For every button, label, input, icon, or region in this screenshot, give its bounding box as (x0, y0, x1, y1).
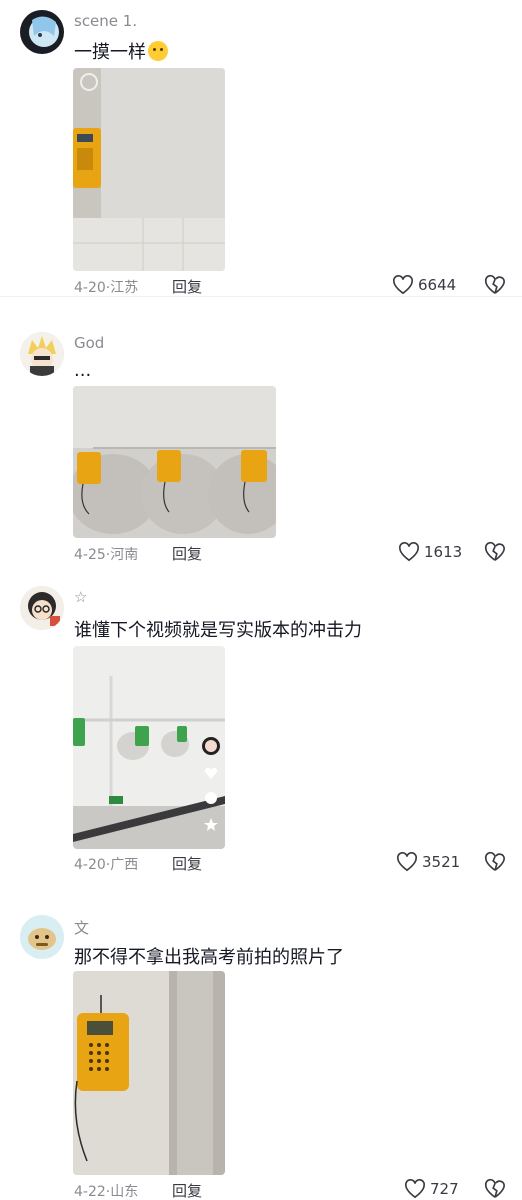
comment-feed: scene 1. 一摸一样 4-20·江苏 回复 6644 God ... 4-… (0, 0, 522, 1200)
dislike-button[interactable] (484, 274, 506, 296)
username[interactable]: 文 (74, 917, 89, 938)
reply-button[interactable]: 回复 (172, 276, 202, 297)
reply-button[interactable]: 回复 (172, 853, 202, 874)
comment-image[interactable] (73, 646, 225, 849)
dislike-button[interactable] (484, 1178, 506, 1200)
comment-item: ☆ 谁懂下个视频就是写实版本的冲击力 4-20·广西 回复 3521 (0, 582, 522, 882)
like-count: 6644 (418, 276, 457, 294)
comment-image[interactable] (73, 68, 225, 271)
like-button[interactable]: 3521 (396, 852, 460, 872)
like-button[interactable]: 6644 (392, 275, 456, 295)
username[interactable]: ☆ (74, 588, 87, 606)
like-count: 3521 (422, 853, 461, 871)
heart-icon (397, 852, 417, 872)
heart-icon (405, 1179, 425, 1199)
broken-heart-icon (484, 1178, 505, 1198)
reply-button[interactable]: 回复 (172, 543, 202, 564)
comment-text: 那不得不拿出我高考前拍的照片了 (74, 947, 344, 968)
comment-date-location: 4-25·河南 (74, 547, 139, 563)
comment-text: 一摸一样 (74, 38, 168, 64)
comment-item: scene 1. 一摸一样 4-20·江苏 回复 6644 (0, 0, 522, 296)
broken-heart-icon (484, 851, 505, 871)
avatar[interactable] (20, 586, 64, 630)
comment-date-location: 4-20·广西 (74, 857, 139, 873)
avatar[interactable] (20, 10, 64, 54)
reply-button[interactable]: 回复 (172, 1180, 202, 1200)
like-count: 1613 (424, 543, 463, 561)
comment-text: ... (74, 360, 92, 381)
avatar[interactable] (20, 915, 64, 959)
comment-date-location: 4-20·江苏 (74, 280, 139, 296)
broken-heart-icon (484, 541, 505, 561)
divider (0, 296, 522, 297)
dislike-button[interactable] (484, 541, 506, 563)
comment-text: 谁懂下个视频就是写实版本的冲击力 (74, 620, 362, 641)
like-button[interactable]: 1613 (398, 542, 462, 562)
comment-image[interactable] (73, 971, 225, 1175)
comment-image[interactable] (73, 386, 276, 538)
avatar[interactable] (20, 332, 64, 376)
comment-item: God ... 4-25·河南 回复 1613 (0, 322, 522, 570)
like-button[interactable]: 727 (404, 1179, 459, 1199)
dislike-button[interactable] (484, 851, 506, 873)
heart-icon (399, 542, 419, 562)
heart-icon (393, 275, 413, 295)
like-count: 727 (430, 1180, 459, 1198)
username[interactable]: scene 1. (74, 12, 137, 30)
comment-date-location: 4-22·山东 (74, 1184, 139, 1200)
broken-heart-icon (484, 274, 505, 294)
username[interactable]: God (74, 334, 104, 352)
comment-item: 文 那不得不拿出我高考前拍的照片了 4-22·山东 回复 727 (0, 905, 522, 1200)
crying-face-icon (148, 41, 168, 61)
